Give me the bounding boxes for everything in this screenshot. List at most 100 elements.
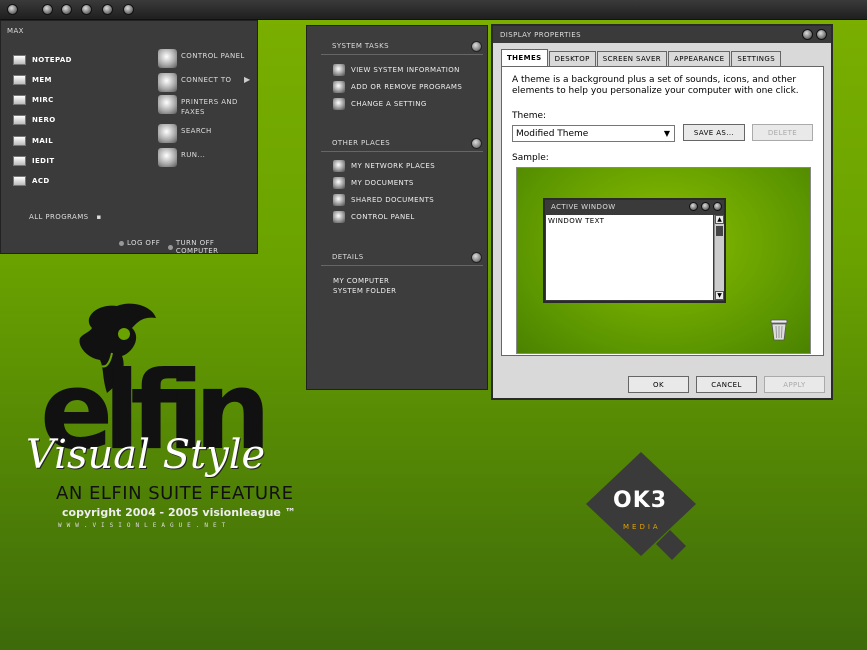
ok3-media-label: MEDIA xyxy=(623,523,661,531)
system-info-icon xyxy=(333,63,345,76)
collapse-icon[interactable] xyxy=(471,40,482,52)
submenu-arrow-icon: ▶ xyxy=(244,75,251,84)
ok3-wordmark: OK3 xyxy=(613,488,668,513)
dialog-titlebar[interactable]: DISPLAY PROPERTIES xyxy=(493,26,831,43)
control-panel-icon xyxy=(333,210,345,223)
nero-icon xyxy=(13,115,26,125)
mail-icon xyxy=(13,136,26,146)
quicklaunch-icon-4[interactable] xyxy=(102,4,113,15)
scroll-down-icon: ▼ xyxy=(715,291,724,300)
taskbar xyxy=(0,0,867,20)
tab-strip: THEMES DESKTOP SCREEN SAVER APPEARANCE S… xyxy=(501,49,782,66)
task-view-system-info[interactable]: VIEW SYSTEM INFORMATION xyxy=(321,61,483,78)
power-icon xyxy=(168,244,173,250)
task-change-setting[interactable]: CHANGE A SETTING xyxy=(321,95,483,112)
details-text: MY COMPUTER SYSTEM FOLDER xyxy=(333,277,397,295)
quicklaunch-icon-5[interactable] xyxy=(123,4,134,15)
start-item-iedit[interactable]: IEDIT xyxy=(13,154,55,168)
task-add-remove-programs[interactable]: ADD OR REMOVE PROGRAMS xyxy=(321,78,483,95)
start-item-mirc[interactable]: MIRC xyxy=(13,93,54,107)
cancel-button[interactable]: CANCEL xyxy=(696,376,757,393)
start-item-acd[interactable]: ACD xyxy=(13,174,50,188)
minimize-icon xyxy=(689,202,698,211)
start-menu: MAX NOTEPAD MEM MIRC NERO MAIL IEDIT ACD… xyxy=(0,20,258,255)
delete-button[interactable]: DELETE xyxy=(752,124,813,141)
theme-select[interactable]: Modified Theme ▼ xyxy=(512,125,675,142)
system-tasks-group: SYSTEM TASKS VIEW SYSTEM INFORMATION ADD… xyxy=(321,38,483,112)
quicklaunch-icon-1[interactable] xyxy=(42,4,53,15)
search-icon xyxy=(158,124,177,143)
run-icon xyxy=(158,148,177,167)
quicklaunch-icon-3[interactable] xyxy=(81,4,92,15)
start-item-mem[interactable]: MEM xyxy=(13,73,52,87)
start-button[interactable] xyxy=(7,4,18,15)
logo-suite-tagline: AN ELFIN SUITE FEATURE xyxy=(56,483,294,504)
system-tasks-header[interactable]: SYSTEM TASKS xyxy=(321,38,483,55)
save-as-button[interactable]: SAVE AS... xyxy=(683,124,745,141)
sample-label: Sample: xyxy=(512,153,549,163)
start-item-search[interactable]: SEARCH xyxy=(158,124,212,143)
sample-active-window: ACTIVE WINDOW WINDOW TEXT ▲ ▼ xyxy=(543,198,726,303)
tab-desktop[interactable]: DESKTOP xyxy=(548,51,596,66)
scroll-up-icon: ▲ xyxy=(715,215,724,224)
tab-appearance[interactable]: APPEARANCE xyxy=(668,51,731,66)
mem-icon xyxy=(13,75,26,85)
shared-documents-icon xyxy=(333,193,345,206)
iedit-icon xyxy=(13,156,26,166)
chevron-down-icon: ▼ xyxy=(663,129,670,138)
logo-website: WWW.VISIONLEAGUE.NET xyxy=(58,522,231,529)
sample-window-text: WINDOW TEXT xyxy=(546,215,713,300)
collapse-icon[interactable] xyxy=(471,251,482,263)
scroll-thumb xyxy=(716,226,723,236)
close-icon[interactable] xyxy=(816,29,827,40)
start-item-printers[interactable]: PRINTERS AND FAXES xyxy=(158,95,238,117)
all-programs-arrow-icon: ▪ xyxy=(96,213,102,221)
theme-label: Theme: xyxy=(512,111,547,121)
sample-window-titlebar: ACTIVE WINDOW xyxy=(545,200,724,214)
logo-visual-style: Visual Style xyxy=(26,432,266,478)
network-icon xyxy=(158,73,177,92)
tab-screen-saver[interactable]: SCREEN SAVER xyxy=(596,51,668,66)
other-places-header[interactable]: OTHER PLACES xyxy=(321,135,483,152)
apply-button[interactable]: APPLY xyxy=(764,376,825,393)
collapse-icon[interactable] xyxy=(471,137,482,149)
start-item-run[interactable]: RUN... xyxy=(158,148,205,167)
turn-off-button[interactable]: TURN OFF COMPUTER xyxy=(168,239,257,255)
sample-scrollbar: ▲ ▼ xyxy=(714,215,724,300)
ok-button[interactable]: OK xyxy=(628,376,689,393)
tab-settings[interactable]: SETTINGS xyxy=(731,51,782,66)
start-item-connect-to[interactable]: CONNECT TO ▶ xyxy=(158,73,250,92)
maximize-icon xyxy=(701,202,710,211)
all-programs-button[interactable]: ALL PROGRAMS ▪ xyxy=(29,213,102,221)
start-item-nero[interactable]: NERO xyxy=(13,113,56,127)
place-control-panel[interactable]: CONTROL PANEL xyxy=(321,208,483,225)
themes-panel: A theme is a background plus a set of so… xyxy=(501,66,824,356)
network-places-icon xyxy=(333,159,345,172)
log-off-button[interactable]: LOG OFF xyxy=(119,239,160,247)
theme-description: A theme is a background plus a set of so… xyxy=(512,75,799,96)
elfin-logo: elfin Visual Style AN ELFIN SUITE FEATUR… xyxy=(0,290,340,540)
display-properties-dialog: DISPLAY PROPERTIES THEMES DESKTOP SCREEN… xyxy=(491,24,833,400)
other-places-group: OTHER PLACES MY NETWORK PLACES MY DOCUME… xyxy=(321,135,483,225)
acd-icon xyxy=(13,176,26,186)
control-panel-icon xyxy=(158,49,177,68)
mirc-icon xyxy=(13,95,26,105)
notepad-icon xyxy=(13,55,26,65)
documents-icon xyxy=(333,176,345,189)
tab-themes[interactable]: THEMES xyxy=(501,49,548,66)
quicklaunch-icon-2[interactable] xyxy=(61,4,72,15)
help-icon[interactable] xyxy=(802,29,813,40)
theme-sample-preview: ACTIVE WINDOW WINDOW TEXT ▲ ▼ xyxy=(516,167,811,354)
place-my-documents[interactable]: MY DOCUMENTS xyxy=(321,174,483,191)
settings-icon xyxy=(333,97,345,110)
details-header[interactable]: DETAILS xyxy=(321,249,483,266)
add-remove-icon xyxy=(333,80,345,93)
close-icon xyxy=(713,202,722,211)
start-item-mail[interactable]: MAIL xyxy=(13,134,53,148)
start-item-control-panel[interactable]: CONTROL PANEL xyxy=(158,49,245,68)
place-network[interactable]: MY NETWORK PLACES xyxy=(321,157,483,174)
log-off-icon xyxy=(119,240,124,246)
place-shared-documents[interactable]: SHARED DOCUMENTS xyxy=(321,191,483,208)
printer-icon xyxy=(158,95,177,114)
start-item-notepad[interactable]: NOTEPAD xyxy=(13,53,72,67)
